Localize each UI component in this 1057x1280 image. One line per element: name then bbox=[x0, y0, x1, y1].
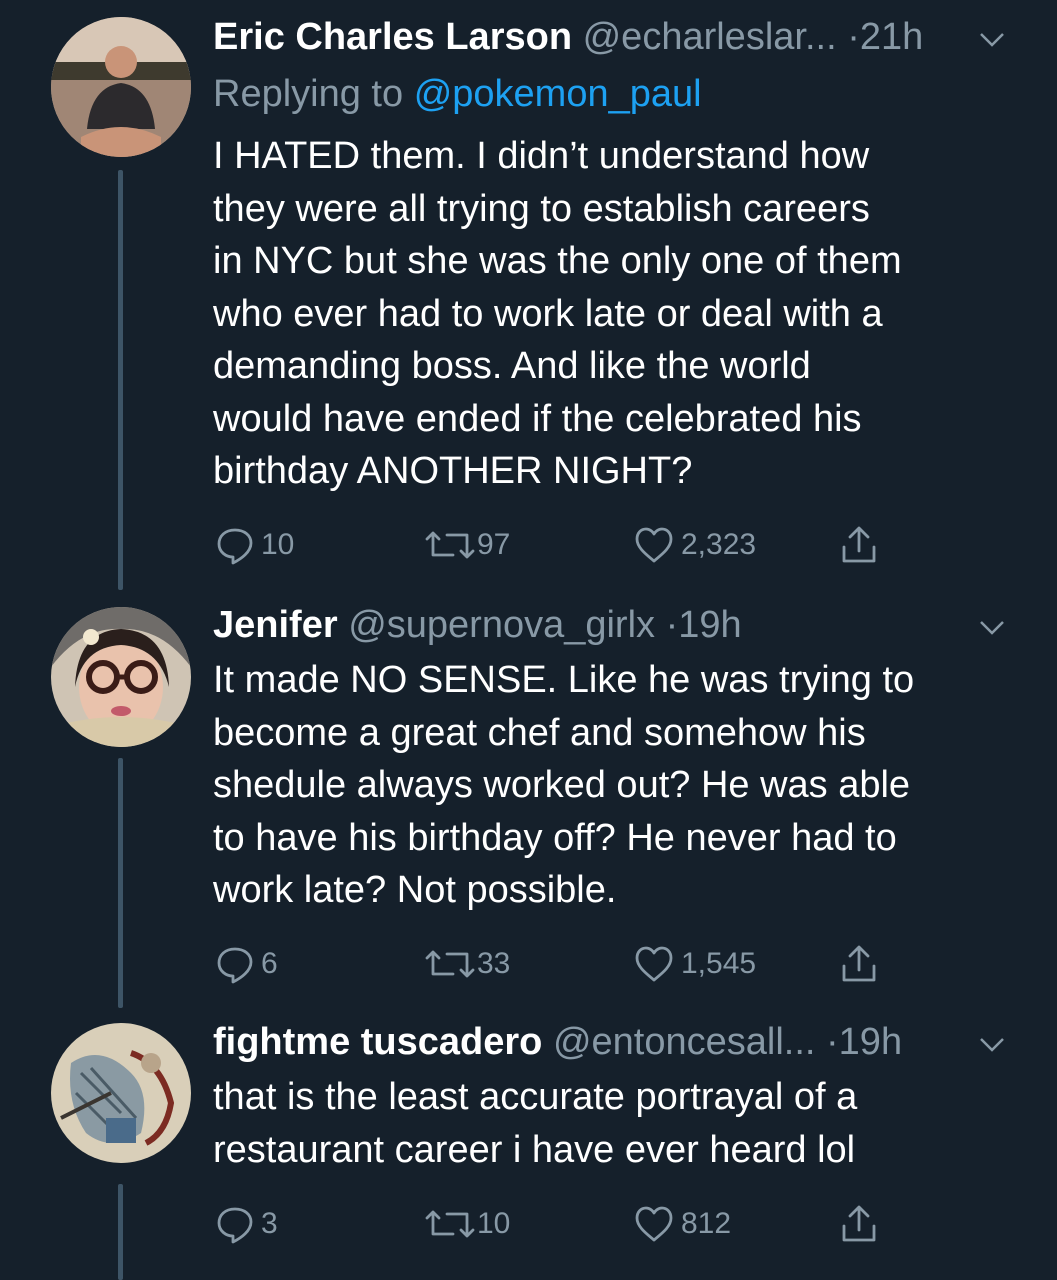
replying-label: Replying to bbox=[213, 73, 404, 115]
avatar[interactable] bbox=[51, 607, 191, 747]
share-button[interactable] bbox=[839, 523, 879, 567]
handle[interactable]: @entoncesall... bbox=[553, 1021, 816, 1063]
timestamp[interactable]: 19h bbox=[839, 1021, 902, 1063]
retweet-icon bbox=[425, 950, 475, 978]
handle[interactable]: @echarleslar... bbox=[583, 16, 837, 58]
share-button[interactable] bbox=[839, 942, 879, 986]
reply-count: 10 bbox=[261, 528, 295, 561]
separator: · bbox=[847, 16, 860, 58]
retweet-button[interactable]: 97 bbox=[423, 523, 510, 567]
thread-line bbox=[118, 170, 123, 590]
reply-count: 3 bbox=[261, 1207, 278, 1240]
retweet-button[interactable]: 33 bbox=[423, 942, 510, 986]
chevron-down-icon[interactable] bbox=[977, 24, 1007, 54]
tweet-actions: 6 33 1,545 bbox=[213, 942, 893, 986]
chevron-down-icon[interactable] bbox=[977, 612, 1007, 642]
display-name[interactable]: Eric Charles Larson bbox=[213, 16, 572, 58]
avatar[interactable] bbox=[51, 17, 191, 157]
separator: · bbox=[826, 1021, 839, 1063]
share-icon bbox=[842, 1205, 876, 1242]
display-name[interactable]: Jenifer bbox=[213, 604, 338, 646]
retweet-count: 97 bbox=[477, 528, 511, 561]
reply-icon bbox=[217, 528, 253, 565]
retweet-count: 10 bbox=[477, 1207, 511, 1240]
share-icon bbox=[842, 526, 876, 563]
reply-button[interactable]: 10 bbox=[215, 523, 294, 567]
reply-button[interactable]: 3 bbox=[215, 1202, 278, 1246]
timestamp[interactable]: 21h bbox=[860, 16, 923, 58]
handle[interactable]: @supernova_girlx bbox=[348, 604, 655, 646]
thread-line bbox=[118, 758, 123, 1008]
like-count: 812 bbox=[681, 1207, 732, 1240]
like-button[interactable]: 812 bbox=[633, 1202, 731, 1246]
replying-to: Replying to @pokemon_paul bbox=[213, 71, 702, 117]
retweet-icon bbox=[425, 1210, 475, 1238]
retweet-button[interactable]: 10 bbox=[423, 1202, 510, 1246]
like-icon bbox=[635, 946, 673, 982]
like-button[interactable]: 2,323 bbox=[633, 523, 756, 567]
avatar[interactable] bbox=[51, 1023, 191, 1163]
reply-button[interactable]: 6 bbox=[215, 942, 278, 986]
tweet-header: Jenifer @supernova_girlx ·19h bbox=[213, 602, 1017, 648]
like-count: 1,545 bbox=[681, 947, 757, 980]
thread-line bbox=[118, 1184, 123, 1280]
chevron-down-icon[interactable] bbox=[977, 1029, 1007, 1059]
tweet-actions: 3 10 812 bbox=[213, 1202, 893, 1246]
like-icon bbox=[635, 1206, 673, 1242]
tweet-actions: 10 97 2,323 bbox=[213, 523, 893, 567]
display-name[interactable]: fightme tuscadero bbox=[213, 1021, 542, 1063]
retweet-count: 33 bbox=[477, 947, 511, 980]
share-button[interactable] bbox=[839, 1202, 879, 1246]
share-icon bbox=[842, 945, 876, 982]
timestamp[interactable]: 19h bbox=[678, 604, 741, 646]
reply-count: 6 bbox=[261, 947, 278, 980]
tweet-text: that is the least accurate portrayal of … bbox=[213, 1076, 858, 1171]
tweet-header: fightme tuscadero @entoncesall... ·19h bbox=[213, 1019, 1017, 1065]
separator: · bbox=[665, 604, 679, 646]
mention-link[interactable]: @pokemon_paul bbox=[414, 73, 702, 115]
like-icon bbox=[635, 527, 673, 563]
like-button[interactable]: 1,545 bbox=[633, 942, 756, 986]
reply-icon bbox=[217, 1207, 253, 1244]
like-count: 2,323 bbox=[681, 528, 757, 561]
reply-icon bbox=[217, 947, 253, 984]
retweet-icon bbox=[425, 531, 475, 559]
tweet-text: It made NO SENSE. Like he was trying to … bbox=[213, 659, 915, 911]
tweet-header: Eric Charles Larson @echarleslar... ·21h bbox=[213, 14, 1017, 60]
tweet-text: I HATED them. I didn’t understand how th… bbox=[213, 135, 902, 492]
